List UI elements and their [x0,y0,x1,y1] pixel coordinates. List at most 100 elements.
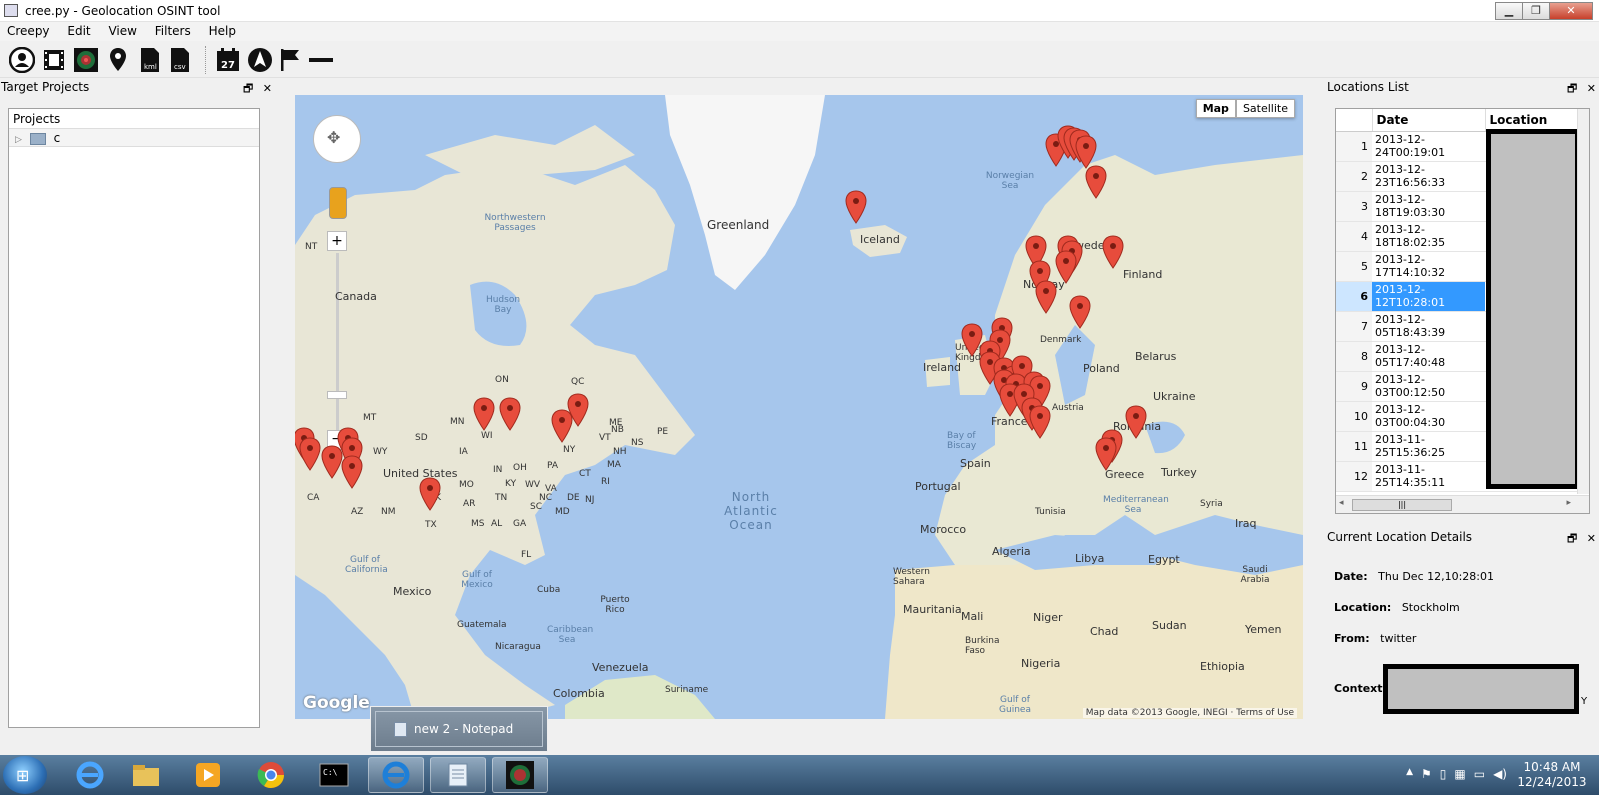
close-button[interactable]: ✕ [1549,2,1593,20]
row-date[interactable]: 2013-12-18T18:02:35 [1372,221,1485,252]
menu-filters[interactable]: Filters [148,22,198,40]
row-number[interactable]: 5 [1336,251,1372,282]
row-date[interactable]: 2013-11-25T15:36:25 [1372,431,1485,462]
dock-float-button[interactable]: 🗗 [1567,82,1577,95]
location-pin-icon[interactable] [104,46,132,74]
file-explorer-icon[interactable] [118,757,174,793]
ie-blue-icon[interactable] [368,757,424,793]
map-marker-icon[interactable] [1085,165,1107,199]
volume-icon[interactable]: ◀) [1493,767,1507,781]
menu-creepy[interactable]: Creepy [0,22,57,40]
dock-float-button[interactable]: 🗗 [1567,532,1577,545]
row-date[interactable]: 2013-12-05T18:43:39 [1372,311,1485,342]
internet-explorer-icon[interactable] [62,757,118,793]
show-hidden-icons-arrow[interactable]: ▲ [1406,767,1413,781]
media-player-icon[interactable] [180,757,236,793]
map-marker-icon[interactable] [567,393,589,427]
location-column-header[interactable]: Location [1485,109,1589,132]
map-view[interactable]: ✥ + − Map Satellite Greenland Iceland Ca… [295,95,1303,719]
flag-icon[interactable] [276,46,304,74]
zoom-in-button[interactable]: + [327,231,347,251]
network-icon[interactable]: ▦ [1454,767,1465,781]
map-marker-icon[interactable] [1029,405,1051,439]
expand-arrow-icon[interactable]: ▷ [15,135,22,145]
zoom-slider[interactable] [336,253,339,433]
notepad-taskbar-icon[interactable] [430,757,486,793]
clock[interactable]: 10:48 AM 12/24/2013 [1517,760,1587,790]
map-marker-icon[interactable] [1069,295,1091,329]
row-number[interactable]: 1 [1336,131,1372,162]
row-date[interactable]: 2013-12-03T00:12:50 [1372,371,1485,402]
map-marker-icon[interactable] [1102,235,1124,269]
vertical-scrollbar[interactable] [1577,109,1589,494]
export-kml-icon[interactable]: kml [136,46,164,74]
map-marker-icon[interactable] [321,445,343,479]
row-number[interactable]: 4 [1336,221,1372,252]
minimize-button[interactable]: ▁ [1495,2,1523,20]
remove-filter-icon[interactable] [307,46,335,74]
display-icon[interactable]: ▭ [1474,767,1485,781]
person-target-icon[interactable] [8,46,36,74]
map-marker-icon[interactable] [1095,437,1117,471]
row-number[interactable]: 9 [1336,371,1372,402]
export-csv-icon[interactable]: csv [166,46,194,74]
date-column-header[interactable]: Date [1372,109,1486,132]
map-copyright[interactable]: Map data ©2013 Google, INEGI · Terms of … [1082,708,1297,718]
map-marker-icon[interactable] [499,397,521,431]
row-number[interactable]: 3 [1336,191,1372,222]
row-date[interactable]: 2013-12-03T00:04:30 [1372,401,1485,432]
row-number[interactable]: 11 [1336,431,1372,462]
scroll-right-icon[interactable]: ▸ [1566,498,1571,508]
row-date[interactable]: 2013-12-05T17:40:48 [1372,341,1485,372]
row-date[interactable]: 2013-12-23T16:56:33 [1372,161,1485,192]
menu-help[interactable]: Help [202,22,243,40]
map-type-satellite-button[interactable]: Satellite [1235,99,1295,118]
map-marker-icon[interactable] [341,455,363,489]
calendar-filter-icon[interactable]: 27 [214,46,242,74]
row-date[interactable]: 2013-11-25T14:35:11 [1372,461,1485,492]
horizontal-scrollbar[interactable]: ◂ ||| ▸ [1336,495,1589,513]
usb-device-icon[interactable]: ▯ [1440,767,1447,781]
map-marker-icon[interactable] [1075,135,1097,169]
map-marker-icon[interactable] [419,477,441,511]
row-number[interactable]: 6 [1336,281,1372,312]
row-date[interactable]: 2013-12-24T00:19:01 [1372,131,1485,162]
scroll-left-icon[interactable]: ◂ [1339,498,1344,508]
pan-control[interactable]: ✥ [313,115,361,163]
map-marker-icon[interactable] [1125,405,1147,439]
row-number[interactable]: 10 [1336,401,1372,432]
notepad-taskbar-preview[interactable]: new 2 - Notepad [370,706,548,752]
start-button[interactable]: ⊞ [3,756,47,794]
scroll-thumb[interactable]: ||| [1352,499,1452,511]
dock-float-button[interactable]: 🗗 [243,82,253,95]
creepy-app-icon[interactable] [492,757,548,793]
row-number[interactable]: 12 [1336,461,1372,492]
menu-view[interactable]: View [101,22,143,40]
row-number[interactable]: 7 [1336,311,1372,342]
action-center-flag-icon[interactable]: ⚑ [1421,767,1432,781]
pegman-icon[interactable] [329,187,347,219]
row-date[interactable]: 2013-12-18T19:03:30 [1372,191,1485,222]
menu-edit[interactable]: Edit [60,22,97,40]
map-marker-icon[interactable] [1035,280,1057,314]
row-number[interactable]: 8 [1336,341,1372,372]
map-marker-icon[interactable] [845,190,867,224]
map-type-map-button[interactable]: Map [1195,99,1236,118]
map-marker-icon[interactable] [299,437,321,471]
film-strip-icon[interactable] [40,46,68,74]
analyze-icon[interactable] [72,46,100,74]
command-prompt-icon[interactable]: C:\ [306,757,362,793]
row-date[interactable]: 2013-12-17T14:10:32 [1372,251,1485,282]
map-marker-icon[interactable] [473,397,495,431]
row-date[interactable]: 2013-12-12T10:28:01 [1372,281,1485,312]
dock-close-button[interactable]: ✕ [1587,532,1596,545]
compass-icon[interactable] [246,46,274,74]
maximize-button[interactable]: ❐ [1522,2,1550,20]
project-item[interactable]: ▷ c [9,129,259,147]
zoom-slider-handle[interactable] [327,391,347,399]
chrome-icon[interactable] [243,757,299,793]
map-marker-icon[interactable] [1055,250,1077,284]
dock-close-button[interactable]: ✕ [1587,82,1596,95]
row-number[interactable]: 2 [1336,161,1372,192]
dock-close-button[interactable]: ✕ [263,82,272,95]
